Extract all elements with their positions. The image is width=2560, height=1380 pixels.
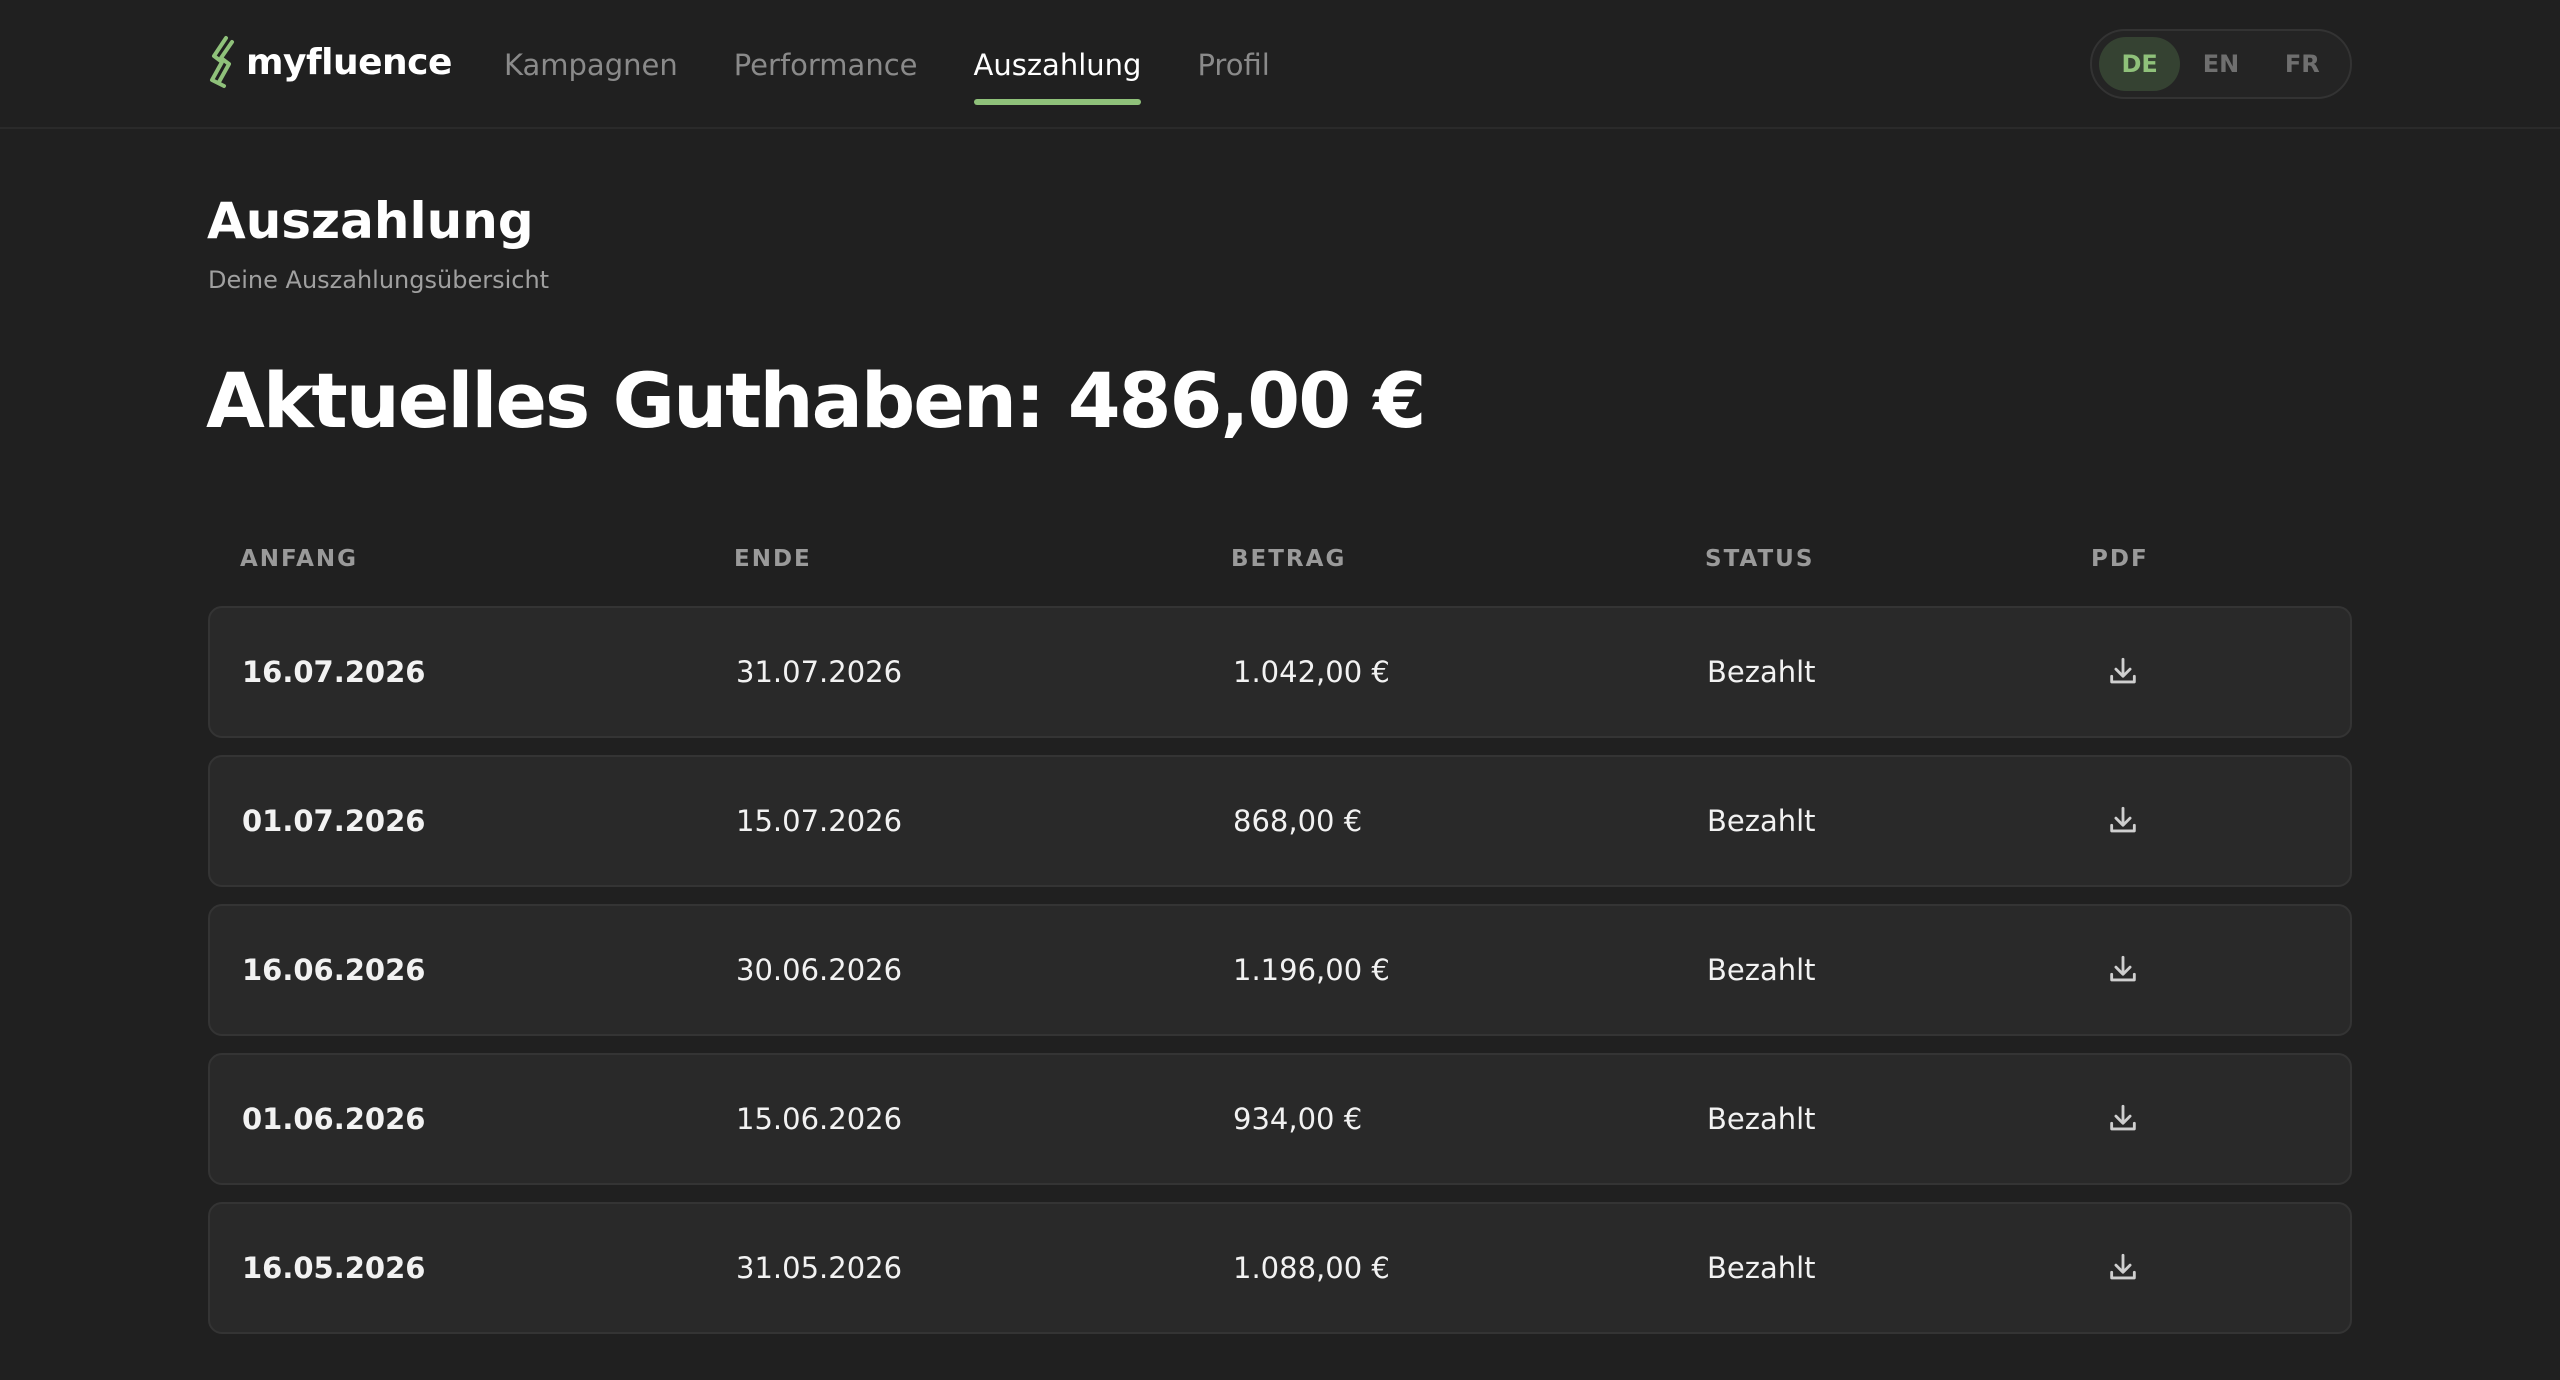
table-row: 01.06.2026 15.06.2026 934,00 € Bezahlt bbox=[208, 1053, 2352, 1185]
cell-status: Bezahlt bbox=[1707, 953, 1816, 987]
column-header-pdf: PDF bbox=[2091, 546, 2149, 572]
table-row: 01.07.2026 15.07.2026 868,00 € Bezahlt bbox=[208, 755, 2352, 887]
column-header-amount: BETRAG bbox=[1231, 546, 1347, 572]
payout-table-header: ANFANG ENDE BETRAG STATUS PDF bbox=[208, 546, 2352, 580]
cell-amount: 1.042,00 € bbox=[1233, 655, 1390, 689]
download-pdf-button[interactable] bbox=[2099, 1244, 2147, 1292]
page-subtitle: Deine Auszahlungsübersicht bbox=[208, 266, 550, 294]
download-icon bbox=[2110, 1104, 2136, 1131]
download-icon bbox=[2110, 657, 2136, 684]
cell-status: Bezahlt bbox=[1707, 1102, 1816, 1136]
myfluence-logo-icon bbox=[210, 36, 234, 88]
language-option-fr[interactable]: FR bbox=[2262, 37, 2343, 91]
language-option-en[interactable]: EN bbox=[2180, 37, 2261, 91]
cell-start-date: 01.06.2026 bbox=[242, 1102, 426, 1136]
column-header-start: ANFANG bbox=[240, 546, 359, 572]
cell-start-date: 16.07.2026 bbox=[242, 655, 426, 689]
cell-end-date: 15.06.2026 bbox=[736, 1102, 903, 1136]
column-header-end: ENDE bbox=[734, 546, 812, 572]
nav-item-performance[interactable]: Performance bbox=[734, 0, 918, 129]
download-pdf-button[interactable] bbox=[2099, 1095, 2147, 1143]
cell-end-date: 31.07.2026 bbox=[736, 655, 903, 689]
cell-start-date: 01.07.2026 bbox=[242, 804, 426, 838]
nav-item-kampagnen[interactable]: Kampagnen bbox=[504, 0, 678, 129]
language-switcher: DE EN FR bbox=[2090, 29, 2352, 99]
brand-logo[interactable]: myfluence bbox=[206, 34, 452, 90]
cell-start-date: 16.06.2026 bbox=[242, 953, 426, 987]
cell-amount: 1.088,00 € bbox=[1233, 1251, 1390, 1285]
cell-start-date: 16.05.2026 bbox=[242, 1251, 426, 1285]
language-option-de[interactable]: DE bbox=[2099, 37, 2181, 91]
cell-end-date: 15.07.2026 bbox=[736, 804, 903, 838]
download-icon bbox=[2110, 806, 2136, 833]
cell-end-date: 31.05.2026 bbox=[736, 1251, 903, 1285]
table-row: 16.07.2026 31.07.2026 1.042,00 € Bezahlt bbox=[208, 606, 2352, 738]
column-header-status: STATUS bbox=[1705, 546, 1815, 572]
table-row: 16.06.2026 30.06.2026 1.196,00 € Bezahlt bbox=[208, 904, 2352, 1036]
cell-status: Bezahlt bbox=[1707, 804, 1816, 838]
cell-status: Bezahlt bbox=[1707, 1251, 1816, 1285]
page-title: Auszahlung bbox=[207, 192, 534, 250]
table-row: 16.05.2026 31.05.2026 1.088,00 € Bezahlt bbox=[208, 1202, 2352, 1334]
cell-end-date: 30.06.2026 bbox=[736, 953, 903, 987]
current-balance: Aktuelles Guthaben: 486,00 € bbox=[206, 356, 1426, 445]
cell-amount: 934,00 € bbox=[1233, 1102, 1363, 1136]
main-nav: Kampagnen Performance Auszahlung Profil bbox=[504, 0, 1270, 129]
brand-name: myfluence bbox=[246, 41, 452, 83]
download-pdf-button[interactable] bbox=[2099, 797, 2147, 845]
nav-item-auszahlung[interactable]: Auszahlung bbox=[973, 0, 1141, 129]
cell-amount: 1.196,00 € bbox=[1233, 953, 1390, 987]
download-icon bbox=[2110, 955, 2136, 982]
top-navigation-bar: myfluence Kampagnen Performance Auszahlu… bbox=[0, 0, 2560, 129]
download-pdf-button[interactable] bbox=[2099, 648, 2147, 696]
download-pdf-button[interactable] bbox=[2099, 946, 2147, 994]
download-icon bbox=[2110, 1253, 2136, 1280]
cell-amount: 868,00 € bbox=[1233, 804, 1363, 838]
nav-item-profil[interactable]: Profil bbox=[1197, 0, 1269, 129]
cell-status: Bezahlt bbox=[1707, 655, 1816, 689]
